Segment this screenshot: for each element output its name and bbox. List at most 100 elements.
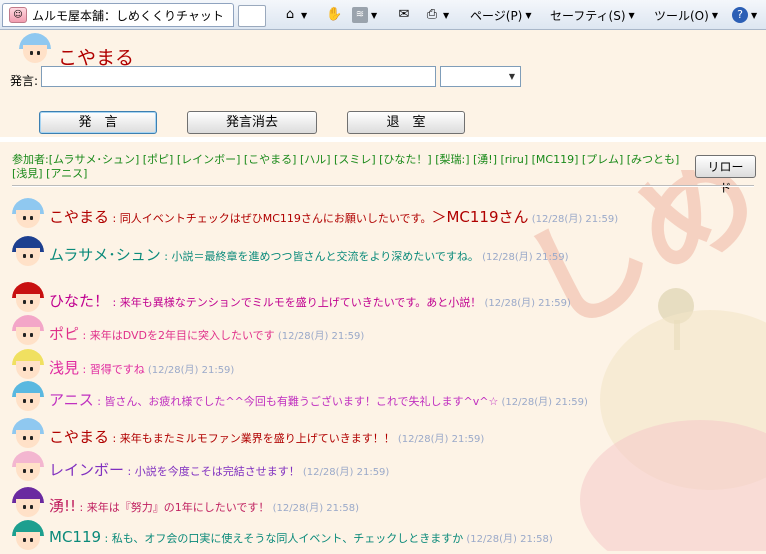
reload-button[interactable]: リロード: [695, 155, 756, 195]
message-time: (12/28(月) 21:59): [481, 298, 571, 309]
rss-icon: ≋: [352, 7, 368, 23]
avatar: [12, 487, 44, 519]
message-row: MC119 : 私も、オフ会の口実に使えそうな同人イベント、チェックしときますか…: [12, 520, 766, 554]
message-row: ムラサメ･シュン : 小説＝最終章を進めつつ皆さんと交流をより深めたいですね。 …: [12, 236, 766, 270]
message-author: ポピ: [49, 325, 80, 343]
message-separator: :: [160, 250, 172, 263]
avatar: [12, 198, 44, 230]
message-separator: :: [109, 212, 120, 225]
message-separator: :: [76, 501, 87, 514]
message-author: こやまる: [49, 208, 110, 226]
say-button[interactable]: 発 言: [39, 111, 157, 134]
chevron-down-icon: ▼: [443, 10, 450, 20]
hand-button[interactable]: ✋: [326, 5, 342, 25]
clear-button[interactable]: 発言消去: [187, 111, 317, 134]
mail-icon: ✉: [398, 7, 410, 22]
message-author: 浅見: [49, 359, 80, 377]
message-author: MC119: [49, 528, 102, 546]
avatar: [12, 418, 44, 450]
print-icon: ⎙: [426, 7, 438, 22]
avatar: [12, 349, 44, 381]
favicon-icon: ☺: [9, 7, 27, 23]
avatar: [12, 520, 44, 552]
message-row: アニス : 皆さん、お疲れ様でした^^今回も有難うございます！これで失礼します^…: [12, 381, 766, 415]
message-row: こやまる : 来年もまたミルモファン業界を盛り上げていきます！！ (12/28(…: [12, 418, 766, 452]
help-button[interactable]: ? ▼: [732, 5, 757, 25]
message-separator: :: [109, 296, 120, 309]
message-time: (12/28(月) 21:59): [144, 365, 235, 376]
menu-page[interactable]: ページ(P) ▼: [470, 5, 532, 25]
chevron-down-icon: ▼: [628, 10, 635, 20]
message-separator: :: [101, 532, 112, 545]
color-select[interactable]: ▼: [440, 66, 521, 87]
chevron-down-icon: ▼: [711, 10, 718, 20]
chevron-down-icon: ▼: [525, 10, 532, 20]
message-author: 湧!!: [49, 497, 77, 515]
message-row: 湧!! : 来年は『努力』の1年にしたいです！ (12/28(月) 21:58): [12, 487, 766, 521]
chevron-down-icon: ▼: [508, 72, 515, 81]
avatar: [12, 315, 44, 347]
exit-button[interactable]: 退 室: [347, 111, 465, 134]
separator-line: [12, 185, 754, 187]
home-button[interactable]: ⌂ ▼: [282, 5, 307, 25]
message-time: (12/28(月) 21:59): [498, 397, 588, 408]
message-text: 同人イベントチェックはぜひMC119さんにお願いしたいです。: [119, 212, 432, 225]
menu-tools[interactable]: ツール(O) ▼: [654, 5, 718, 25]
tab-title: ムルモ屋本舗：しめくくりチャット: [32, 8, 224, 23]
message-row: 浅見 : 習得ですね (12/28(月) 21:59): [12, 349, 766, 383]
avatar: [12, 381, 44, 413]
print-button[interactable]: ⎙ ▼: [424, 5, 449, 25]
message-text: 小説を今度こそは完結させます！: [134, 465, 300, 478]
menu-safety[interactable]: セーフティ(S) ▼: [550, 5, 635, 25]
avatar: [12, 451, 44, 483]
say-label: 発言:: [10, 74, 39, 88]
message-text: 習得ですね: [89, 363, 145, 376]
chevron-down-icon: ▼: [371, 10, 378, 20]
mail-button[interactable]: ✉: [396, 5, 412, 25]
browser-toolbar: ☺ ムルモ屋本舗：しめくくりチャット ⌂ ▼ ✋ ≋ ▼ ✉ ⎙ ▼ ページ(P) ▼ …: [0, 0, 766, 30]
message-row: ポピ : 来年はDVDを2年目に突入したいです (12/28(月) 21:59): [12, 315, 766, 349]
message-separator: :: [109, 432, 120, 445]
message-separator: :: [93, 395, 105, 408]
message-text: 来年はDVDを2年目に突入したいです: [89, 329, 275, 342]
message-author: レインボー: [49, 461, 125, 479]
message-time: (12/28(月) 21:59): [299, 467, 390, 478]
say-input[interactable]: [41, 66, 436, 87]
message-text: 来年も異様なテンションでミルモを盛り上げていきたいです。あと小説！: [119, 296, 482, 309]
user-avatar: [19, 33, 51, 65]
new-tab-button[interactable]: [238, 5, 266, 27]
message-text: 来年もまたミルモファン業界を盛り上げていきます！！: [119, 432, 395, 445]
message-row: こやまる : 同人イベントチェックはぜひMC119さんにお願いしたいです。＞MC…: [12, 198, 766, 232]
rss-button[interactable]: ≋ ▼: [352, 5, 377, 25]
message-time: (12/28(月) 21:59): [274, 331, 365, 342]
message-author: ムラサメ･シュン: [49, 246, 161, 264]
message-extra: ＞MC119さん: [431, 208, 529, 226]
message-author: アニス: [49, 391, 94, 409]
message-time: (12/28(月) 21:59): [528, 214, 619, 225]
message-row: ひなた！ : 来年も異様なテンションでミルモを盛り上げていきたいです。あと小説！…: [12, 282, 766, 316]
divider: [0, 137, 766, 142]
message-text: 小説＝最終章を進めつつ皆さんと交流をより深めたいですね。: [171, 250, 479, 263]
home-icon: ⌂: [285, 7, 295, 22]
message-separator: :: [124, 465, 135, 478]
message-time: (12/28(月) 21:59): [394, 434, 485, 445]
message-row: レインボー : 小説を今度こそは完結させます！ (12/28(月) 21:59): [12, 451, 766, 485]
help-icon: ?: [732, 7, 748, 23]
browser-tab[interactable]: ☺ ムルモ屋本舗：しめくくりチャット: [2, 3, 234, 27]
avatar: [12, 282, 44, 314]
message-author: こやまる: [49, 428, 110, 446]
message-separator: :: [79, 363, 90, 376]
message-text: 皆さん、お疲れ様でした^^今回も有難うございます！これで失礼します^v^☆: [104, 395, 499, 408]
participants-list: 参加者:[ムラサメ･シュン] [ポピ] [レインボー] [こやまる] [ハル] …: [12, 153, 680, 180]
chevron-down-icon: ▼: [301, 10, 308, 20]
chevron-down-icon: ▼: [751, 10, 758, 20]
message-time: (12/28(月) 21:59): [478, 252, 569, 263]
hand-icon: ✋: [326, 7, 343, 22]
message-author: ひなた！: [49, 292, 110, 310]
avatar: [12, 236, 44, 268]
message-text: 来年は『努力』の1年にしたいです！: [86, 501, 270, 514]
message-separator: :: [79, 329, 90, 342]
message-text: 私も、オフ会の口実に使えそうな同人イベント、チェックしときますか: [111, 532, 464, 545]
message-time: (12/28(月) 21:58): [463, 534, 553, 545]
message-time: (12/28(月) 21:58): [269, 503, 360, 514]
